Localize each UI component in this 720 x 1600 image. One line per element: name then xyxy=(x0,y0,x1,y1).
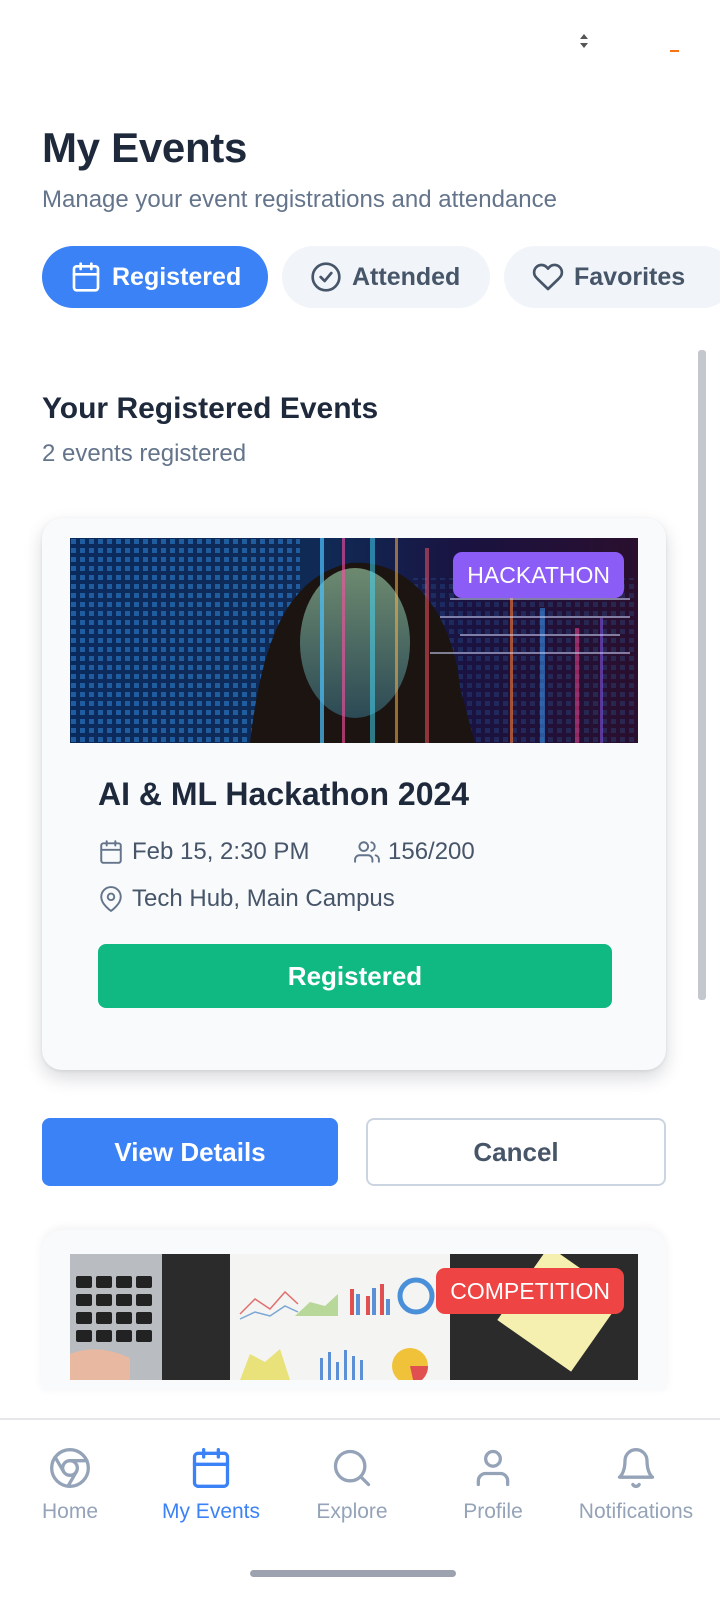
nav-profile[interactable]: Profile xyxy=(423,1420,563,1540)
map-pin-icon xyxy=(100,886,122,912)
event-image: HACKATHON xyxy=(70,538,638,743)
filter-tabs: Registered Attended Favorites xyxy=(42,246,720,308)
nav-label: Profile xyxy=(463,1500,523,1523)
event-location: Tech Hub, Main Campus xyxy=(98,885,395,913)
tab-label: Attended xyxy=(352,262,461,291)
page-title: My Events xyxy=(42,124,248,171)
users-icon xyxy=(354,841,380,863)
nav-home[interactable]: Home xyxy=(0,1420,140,1540)
nav-label: Notifications xyxy=(578,1500,694,1523)
event-location-text: Tech Hub, Main Campus xyxy=(132,885,395,912)
tab-favorites[interactable]: Favorites xyxy=(504,246,720,308)
status-bar xyxy=(0,0,720,90)
sort-icon xyxy=(580,34,588,48)
category-badge: COMPETITION xyxy=(436,1268,624,1314)
event-date: Feb 15, 2:30 PM xyxy=(98,838,309,866)
cancel-button[interactable]: Cancel xyxy=(366,1118,666,1186)
registered-status-button[interactable]: Registered xyxy=(98,944,612,1008)
bell-icon xyxy=(617,1448,655,1488)
nav-my-events[interactable]: My Events xyxy=(141,1420,281,1540)
tab-attended[interactable]: Attended xyxy=(282,246,490,308)
user-icon xyxy=(476,1449,510,1487)
check-circle-icon xyxy=(311,262,341,292)
nav-label: My Events xyxy=(161,1500,261,1523)
event-image: COMPETITION xyxy=(70,1254,638,1380)
view-details-button[interactable]: View Details xyxy=(42,1118,338,1186)
category-badge: HACKATHON xyxy=(453,552,624,598)
tab-registered[interactable]: Registered xyxy=(42,246,268,308)
page-subtitle: Manage your event registrations and atte… xyxy=(42,186,558,213)
event-count: 2 events registered xyxy=(42,440,247,467)
nav-label: Explore xyxy=(316,1500,388,1523)
nav-label: Home xyxy=(41,1500,99,1523)
calendar-icon xyxy=(72,262,100,292)
tab-label: Registered xyxy=(112,262,242,291)
nav-notifications[interactable]: Notifications xyxy=(565,1420,707,1540)
search-icon xyxy=(333,1449,371,1487)
event-attendance-text: 156/200 xyxy=(388,838,475,865)
home-indicator[interactable] xyxy=(250,1570,456,1577)
event-title: AI & ML Hackathon 2024 xyxy=(98,776,470,812)
tab-label: Favorites xyxy=(574,262,686,291)
calendar-icon xyxy=(192,1448,230,1488)
status-indicator xyxy=(670,50,679,52)
heart-icon xyxy=(532,263,564,291)
chrome-icon xyxy=(50,1448,90,1488)
event-card[interactable]: COMPETITION xyxy=(42,1230,666,1390)
section-title: Your Registered Events xyxy=(42,392,379,425)
event-card[interactable]: HACKATHON AI & ML Hackathon 2024 Feb 15,… xyxy=(42,518,666,1070)
nav-explore[interactable]: Explore xyxy=(282,1420,422,1540)
calendar-icon xyxy=(100,840,122,864)
event-date-text: Feb 15, 2:30 PM xyxy=(132,838,310,865)
event-attendance: 156/200 xyxy=(354,838,475,866)
scrollbar[interactable] xyxy=(698,350,706,1000)
